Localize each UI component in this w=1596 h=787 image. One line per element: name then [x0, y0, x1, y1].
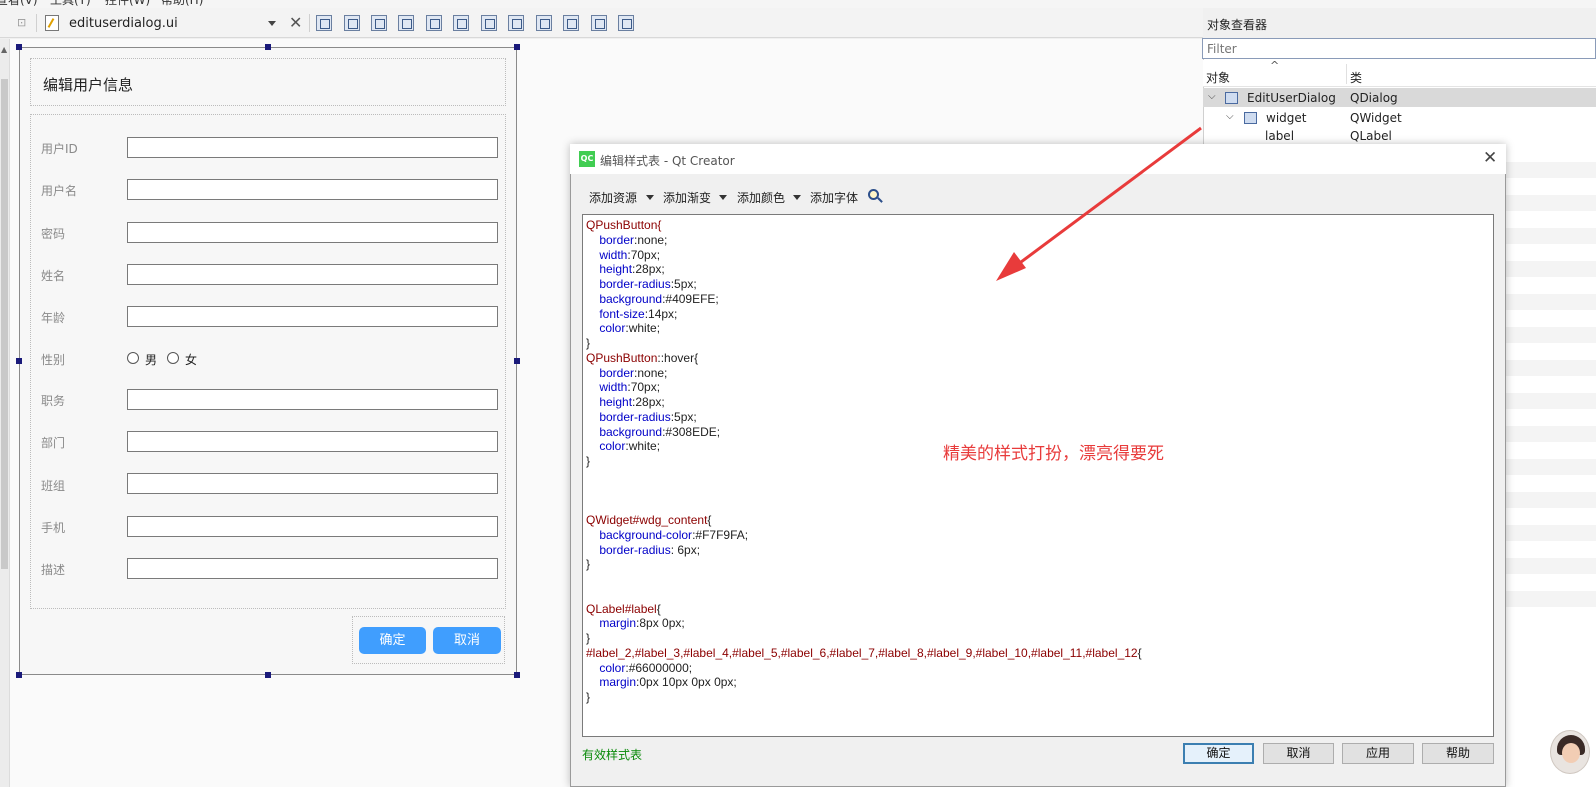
avatar-face [1562, 743, 1580, 763]
annotation-arrow-shaft [1012, 126, 1202, 270]
annotation-arrow-icon [996, 126, 1202, 281]
qt-designer-window: 查看(V) 工具(T) 控件(W) 帮助(H) ⊡ edituserdialog… [0, 0, 1596, 787]
avatar[interactable] [1550, 730, 1590, 774]
annotation-arrow-head [996, 252, 1026, 281]
